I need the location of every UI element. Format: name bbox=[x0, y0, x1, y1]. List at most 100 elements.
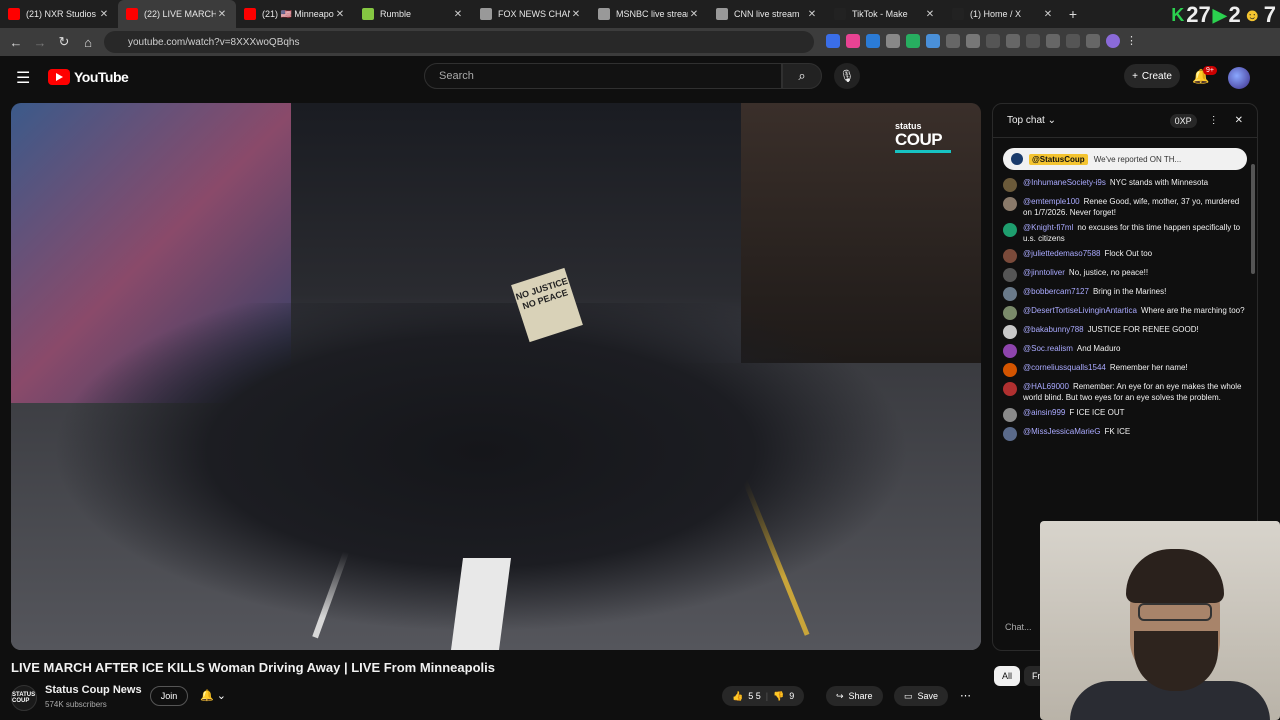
like-button[interactable]: 👍 5 5 | 👎 9 bbox=[722, 686, 805, 706]
browser-tab[interactable]: CNN live stream ✕ bbox=[708, 0, 826, 28]
chat-username[interactable]: @HAL69000 bbox=[1023, 382, 1069, 391]
extension-icon[interactable] bbox=[866, 34, 880, 48]
extension-icon[interactable] bbox=[1086, 34, 1100, 48]
channel-name[interactable]: Status Coup News bbox=[45, 684, 142, 696]
address-bar[interactable]: youtube.com/watch?v=8XXXwoQBqhs bbox=[104, 31, 814, 53]
menu-icon[interactable]: ☰ bbox=[16, 68, 30, 88]
browser-tab[interactable]: (21) 🇺🇸 Minneapolis✕ bbox=[236, 0, 354, 28]
reload-icon[interactable]: ↻ bbox=[52, 34, 76, 50]
subscription-bell-icon[interactable]: 🔔 ⌄ bbox=[200, 689, 226, 702]
chat-username[interactable]: @corneliussqualls1544 bbox=[1023, 363, 1106, 372]
extension-icon[interactable] bbox=[906, 34, 920, 48]
more-actions-icon[interactable]: ⋯ bbox=[960, 689, 971, 702]
tab-close-icon[interactable]: ✕ bbox=[570, 9, 582, 20]
chat-message-body: @corneliussqualls1544 Remember her name! bbox=[1023, 363, 1188, 374]
kebab-menu-icon[interactable]: ⋮ bbox=[1126, 34, 1137, 48]
chat-username[interactable]: @DesertTortiseLivinginAntartica bbox=[1023, 306, 1137, 315]
tab-close-icon[interactable]: ✕ bbox=[334, 9, 346, 20]
home-icon[interactable]: ⌂ bbox=[76, 35, 100, 50]
chat-message[interactable]: @juliettedemaso7588 Flock Out too bbox=[1003, 249, 1247, 263]
chat-scrollbar[interactable] bbox=[1251, 164, 1255, 274]
chip-all[interactable]: All bbox=[994, 666, 1021, 686]
search-input[interactable]: Search bbox=[424, 63, 782, 89]
forward-icon[interactable]: → bbox=[28, 35, 52, 50]
extension-icon[interactable] bbox=[966, 34, 980, 48]
chat-message[interactable]: @Soc.realism And Maduro bbox=[1003, 344, 1247, 358]
chat-message[interactable]: @corneliussqualls1544 Remember her name! bbox=[1003, 363, 1247, 377]
chat-username[interactable]: @juliettedemaso7588 bbox=[1023, 249, 1101, 258]
tab-close-icon[interactable]: ✕ bbox=[98, 9, 110, 20]
extension-icon[interactable] bbox=[1006, 34, 1020, 48]
search-button[interactable]: ⌕ bbox=[782, 63, 822, 89]
profile-icon[interactable] bbox=[1106, 34, 1120, 48]
chat-username[interactable]: @MissJessicaMarieG bbox=[1023, 427, 1100, 436]
tab-favicon-icon bbox=[8, 8, 20, 20]
tab-title: (1) Home / X bbox=[970, 9, 1022, 19]
chat-username[interactable]: @Soc.realism bbox=[1023, 344, 1073, 353]
pinned-message[interactable]: @StatusCoup We've reported ON TH... bbox=[1003, 148, 1247, 170]
chat-message[interactable]: @bakabunny788 JUSTICE FOR RENEE GOOD! bbox=[1003, 325, 1247, 339]
tab-close-icon[interactable]: ✕ bbox=[216, 9, 228, 20]
chat-username[interactable]: @ainsin999 bbox=[1023, 408, 1065, 417]
chat-message[interactable]: @bobbercam7127 Bring in the Marines! bbox=[1003, 287, 1247, 301]
tab-close-icon[interactable]: ✕ bbox=[452, 9, 464, 20]
face-icon[interactable]: ☻ bbox=[1243, 5, 1262, 26]
play-circle-icon[interactable]: ▶ bbox=[1213, 5, 1227, 26]
browser-tab[interactable]: (22) LIVE MARCH A✕ bbox=[118, 0, 236, 28]
chat-username[interactable]: @bobbercam7127 bbox=[1023, 287, 1089, 296]
browser-tab[interactable]: MSNBC live stream ✕ bbox=[590, 0, 708, 28]
youtube-logo[interactable]: YouTube bbox=[48, 69, 129, 85]
account-avatar[interactable] bbox=[1228, 67, 1250, 89]
save-button[interactable]: ▭ Save bbox=[894, 686, 949, 706]
chat-message[interactable]: @Knight-fi7ml no excuses for this time ha… bbox=[1003, 223, 1247, 244]
chat-message[interactable]: @InhumaneSociety-i9s NYC stands with Minn… bbox=[1003, 178, 1247, 192]
tab-close-icon[interactable]: ✕ bbox=[806, 9, 818, 20]
tab-close-icon[interactable]: ✕ bbox=[924, 9, 936, 20]
voice-search-button[interactable]: 🎙 bbox=[834, 63, 860, 89]
back-icon[interactable]: ← bbox=[4, 35, 28, 50]
share-button[interactable]: ↪ Share bbox=[826, 686, 883, 706]
youtube-header: ☰ YouTube Search ⌕ 🎙 + Create 🔔 9+ bbox=[0, 56, 1280, 100]
thumbs-down-icon[interactable]: 👎 bbox=[773, 691, 784, 702]
extension-icon[interactable] bbox=[1066, 34, 1080, 48]
channel-avatar[interactable]: STATUS COUP bbox=[11, 685, 37, 711]
new-tab-button[interactable]: + bbox=[1062, 6, 1084, 22]
chat-message[interactable]: @HAL69000 Remember: An eye for an eye mak… bbox=[1003, 382, 1247, 403]
chat-message[interactable]: @MissJessicaMarieG FK ICE bbox=[1003, 427, 1247, 441]
chat-menu-icon[interactable]: ⋮ bbox=[1209, 115, 1219, 126]
extension-icon[interactable] bbox=[986, 34, 1000, 48]
chat-username[interactable]: @jinntoliver bbox=[1023, 268, 1065, 277]
chat-username[interactable]: @bakabunny788 bbox=[1023, 325, 1084, 334]
k-icon[interactable]: K bbox=[1171, 5, 1184, 26]
browser-tab[interactable]: (21) NXR Studios - ✕ bbox=[0, 0, 118, 28]
tab-favicon-icon bbox=[952, 8, 964, 20]
chat-message[interactable]: @DesertTortiseLivinginAntartica Where are… bbox=[1003, 306, 1247, 320]
extension-icon[interactable] bbox=[946, 34, 960, 48]
extension-icon[interactable] bbox=[1046, 34, 1060, 48]
top-chat-dropdown[interactable]: Top chat ⌄ bbox=[1007, 115, 1170, 126]
extension-icon[interactable] bbox=[826, 34, 840, 48]
browser-tab[interactable]: (1) Home / X ✕ bbox=[944, 0, 1062, 28]
create-button[interactable]: + Create bbox=[1124, 64, 1180, 88]
chat-username[interactable]: @Knight-fi7ml bbox=[1023, 223, 1073, 232]
browser-tab[interactable]: TikTok - Make ✕ bbox=[826, 0, 944, 28]
chat-message[interactable]: @jinntoliver No, justice, no peace!! bbox=[1003, 268, 1247, 282]
extension-icon[interactable] bbox=[846, 34, 860, 48]
close-icon[interactable]: ✕ bbox=[1235, 115, 1243, 126]
extension-icon[interactable] bbox=[886, 34, 900, 48]
tab-close-icon[interactable]: ✕ bbox=[688, 9, 700, 20]
extension-icon[interactable] bbox=[926, 34, 940, 48]
extension-icon[interactable] bbox=[1026, 34, 1040, 48]
chat-username[interactable]: @emtemple100 bbox=[1023, 197, 1080, 206]
chat-message[interactable]: @ainsin999 F ICE ICE OUT bbox=[1003, 408, 1247, 422]
browser-tab[interactable]: Rumble ✕ bbox=[354, 0, 472, 28]
browser-tab[interactable]: FOX NEWS CHANN✕ bbox=[472, 0, 590, 28]
chat-username[interactable]: @InhumaneSociety-i9s bbox=[1023, 178, 1106, 187]
join-button[interactable]: Join bbox=[150, 686, 188, 706]
chat-input[interactable]: Chat... bbox=[1005, 622, 1032, 632]
tab-close-icon[interactable]: ✕ bbox=[1042, 9, 1054, 20]
video-player[interactable]: NO JUSTICE NO PEACE status COUP bbox=[11, 103, 981, 650]
chat-message[interactable]: @emtemple100 Renee Good, wife, mother, 37… bbox=[1003, 197, 1247, 218]
watermark-bottom: COUP bbox=[895, 130, 943, 149]
xp-badge[interactable]: 0XP bbox=[1169, 113, 1197, 128]
